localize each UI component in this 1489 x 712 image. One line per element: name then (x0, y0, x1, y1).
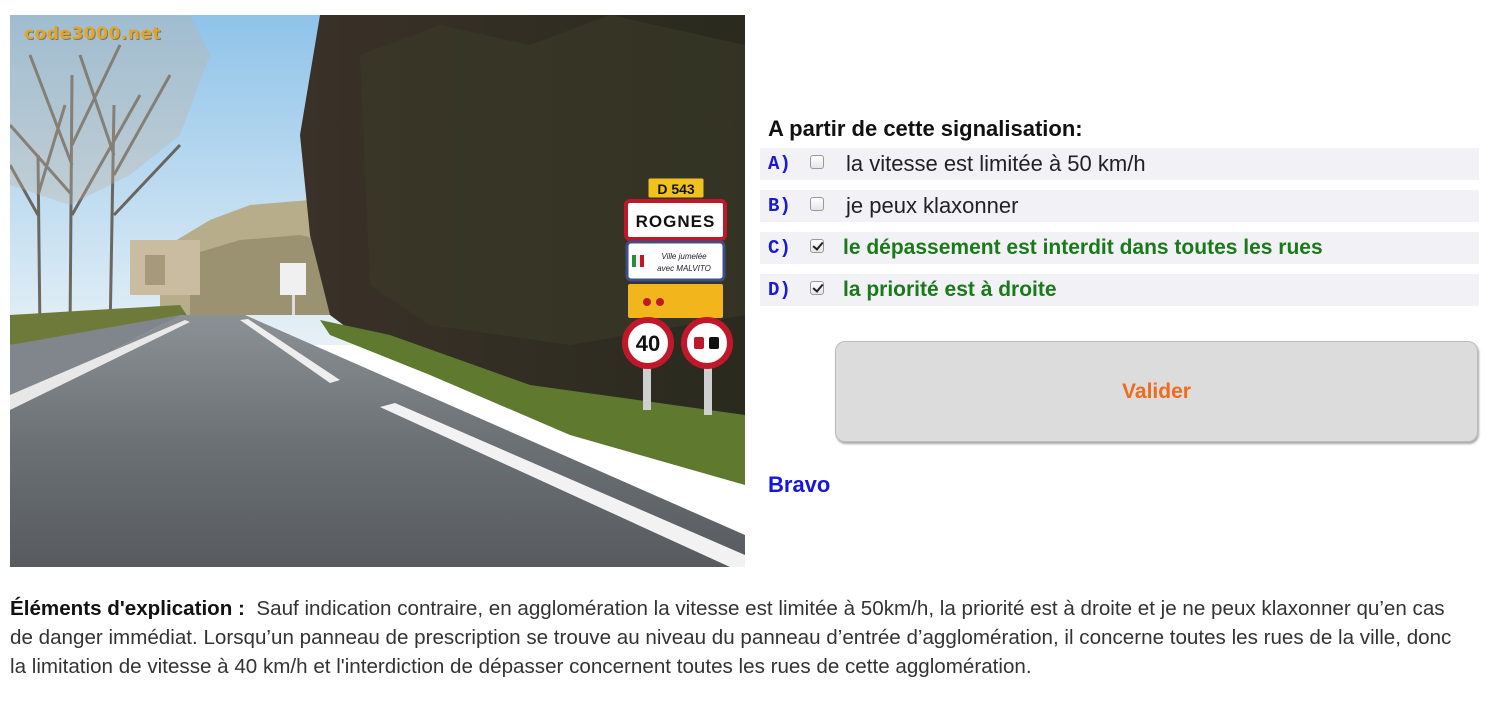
answer-option-b[interactable]: B) je peux klaxonner (760, 190, 1479, 222)
answer-letter: C) (768, 237, 791, 259)
answer-option-d[interactable]: D) la priorité est à droite (760, 274, 1479, 306)
answer-checkbox-d[interactable] (810, 281, 824, 295)
answer-letter: A) (768, 153, 791, 175)
route-number-sign: D 543 (657, 181, 695, 197)
road-scene-illustration: D 543 ROGNES Ville jumelée avec MALVITO … (10, 15, 745, 567)
twin-town-sign-line2: avec MALVITO (657, 264, 711, 273)
answer-letter: B) (768, 195, 791, 217)
answer-letter: D) (768, 279, 791, 301)
town-entry-sign: ROGNES (636, 212, 716, 231)
twin-town-sign-line1: Ville jumelée (661, 252, 707, 261)
answer-checkbox-c[interactable] (810, 239, 824, 253)
valider-button[interactable]: Valider (835, 341, 1478, 442)
answer-checkbox-b[interactable] (810, 197, 824, 211)
explanation-block: Éléments d'explication : Sauf indication… (10, 594, 1470, 681)
answer-checkbox-a[interactable] (810, 155, 824, 169)
answer-option-c[interactable]: C) le dépassement est interdit dans tout… (760, 232, 1479, 264)
answer-text: je peux klaxonner (846, 193, 1019, 218)
result-message: Bravo (768, 472, 831, 497)
road-sign-photo: D 543 ROGNES Ville jumelée avec MALVITO … (10, 15, 745, 567)
answer-text: la priorité est à droite (843, 278, 1057, 301)
explanation-heading: Éléments d'explication : (10, 597, 245, 620)
answer-option-a[interactable]: A) la vitesse est limitée à 50 km/h (760, 148, 1479, 180)
watermark-logo: code3000.net (24, 24, 161, 44)
question-title: A partir de cette signalisation: (768, 116, 1083, 141)
speed-limit-sign: 40 (636, 331, 660, 356)
answer-text: le dépassement est interdit dans toutes … (843, 236, 1323, 259)
answer-text: la vitesse est limitée à 50 km/h (846, 151, 1146, 176)
